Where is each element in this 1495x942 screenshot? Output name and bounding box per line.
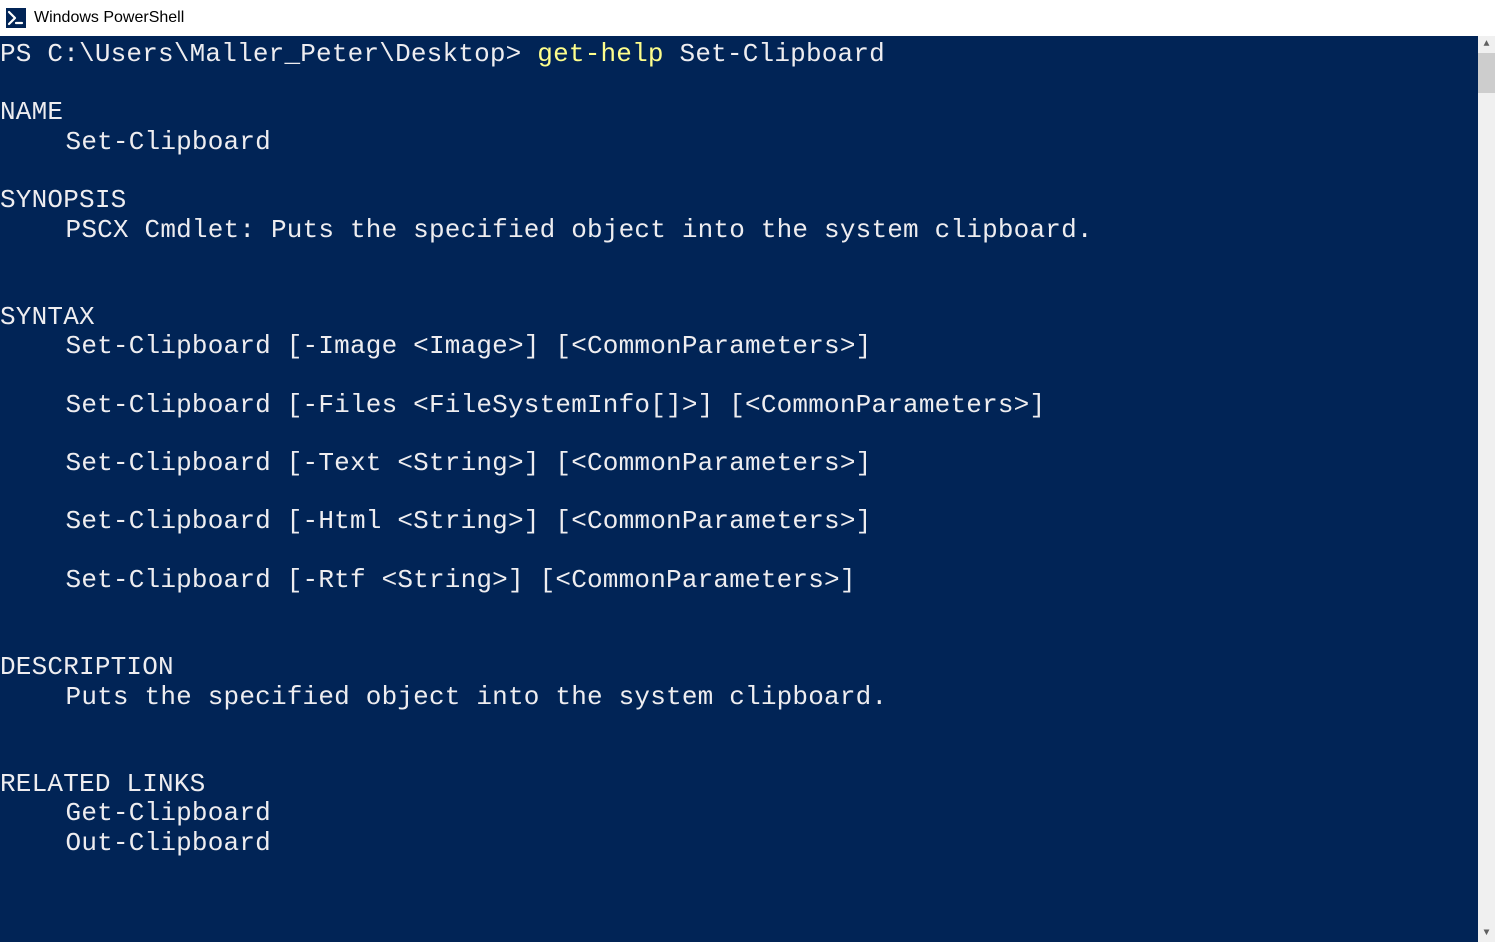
window-title: Windows PowerShell [34, 9, 184, 27]
section-header-syntax: SYNTAX [0, 303, 1495, 332]
syntax-line: Set-Clipboard [-Rtf <String>] [<CommonPa… [0, 566, 1495, 595]
scroll-down-button[interactable]: ▼ [1478, 925, 1495, 942]
blank-line [0, 420, 1495, 449]
section-header-synopsis: SYNOPSIS [0, 186, 1495, 215]
blank-line [0, 274, 1495, 303]
blank-line [0, 362, 1495, 391]
scroll-up-button[interactable]: ▲ [1478, 36, 1495, 53]
syntax-line: Set-Clipboard [-Text <String>] [<CommonP… [0, 449, 1495, 478]
blank-line [0, 157, 1495, 186]
blank-line [0, 624, 1495, 653]
title-bar[interactable]: Windows PowerShell [0, 0, 1495, 36]
section-header-related: RELATED LINKS [0, 770, 1495, 799]
syntax-line: Set-Clipboard [-Image <Image>] [<CommonP… [0, 332, 1495, 361]
scrollbar-thumb[interactable] [1478, 53, 1495, 93]
syntax-line: Set-Clipboard [-Files <FileSystemInfo[]>… [0, 391, 1495, 420]
related-link: Get-Clipboard [0, 799, 1495, 828]
blank-line [0, 741, 1495, 770]
prompt-text: PS C:\Users\Maller_Peter\Desktop> [0, 39, 537, 69]
prompt-line: PS C:\Users\Maller_Peter\Desktop> get-he… [0, 40, 1495, 69]
vertical-scrollbar[interactable]: ▲ ▼ [1478, 36, 1495, 942]
blank-line [0, 478, 1495, 507]
syntax-line: Set-Clipboard [-Html <String>] [<CommonP… [0, 507, 1495, 536]
command-cmdlet: get-help [537, 39, 663, 69]
section-header-name: NAME [0, 98, 1495, 127]
synopsis-value: PSCX Cmdlet: Puts the specified object i… [0, 216, 1495, 245]
blank-line [0, 245, 1495, 274]
blank-line [0, 595, 1495, 624]
blank-line [0, 537, 1495, 566]
description-value: Puts the specified object into the syste… [0, 683, 1495, 712]
scrollbar-track[interactable] [1478, 93, 1495, 925]
command-argument: Set-Clipboard [664, 39, 885, 69]
blank-line [0, 69, 1495, 98]
terminal-area[interactable]: PS C:\Users\Maller_Peter\Desktop> get-he… [0, 36, 1495, 942]
name-value: Set-Clipboard [0, 128, 1495, 157]
section-header-description: DESCRIPTION [0, 653, 1495, 682]
related-link: Out-Clipboard [0, 829, 1495, 858]
powershell-icon [6, 8, 26, 28]
blank-line [0, 712, 1495, 741]
